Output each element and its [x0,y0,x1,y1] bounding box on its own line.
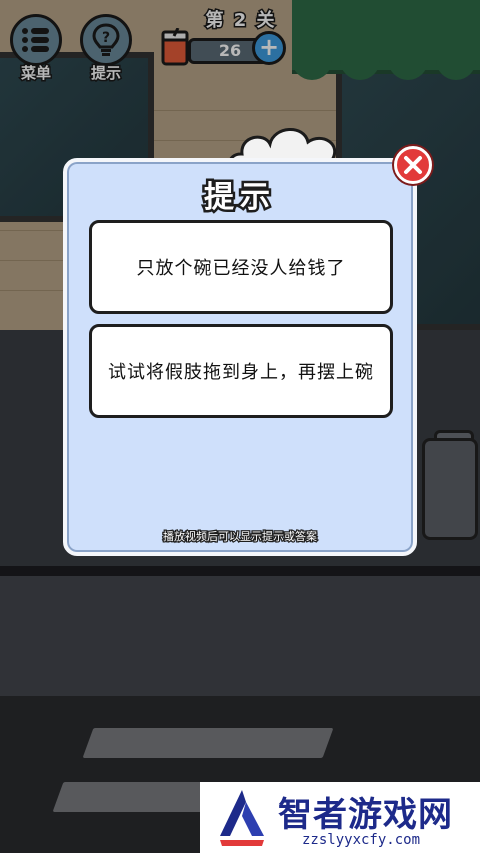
watermark-url: zzslyyxcfy.com [302,832,421,848]
hint-dialog: 提示 只放个碗已经没人给钱了 试试将假肢拖到身上，再摆上碗 播放视频后可以显示提… [63,158,417,556]
hint-text-2: 试试将假肢拖到身上，再摆上碗 [108,362,374,383]
hint-text-1: 只放个碗已经没人给钱了 [136,258,346,279]
video-note: 播放视频后可以显示提示或答案 [162,529,319,545]
hint-card-1[interactable]: 只放个碗已经没人给钱了 [89,220,393,314]
hint-card-2[interactable]: 试试将假肢拖到身上，再摆上碗 [89,324,393,418]
close-button[interactable] [394,146,432,184]
watermark-title: 智者游戏网 [278,795,453,835]
close-icon [404,156,422,174]
watermark-logo-icon [220,790,264,846]
dialog-title: 提示 [202,178,276,218]
